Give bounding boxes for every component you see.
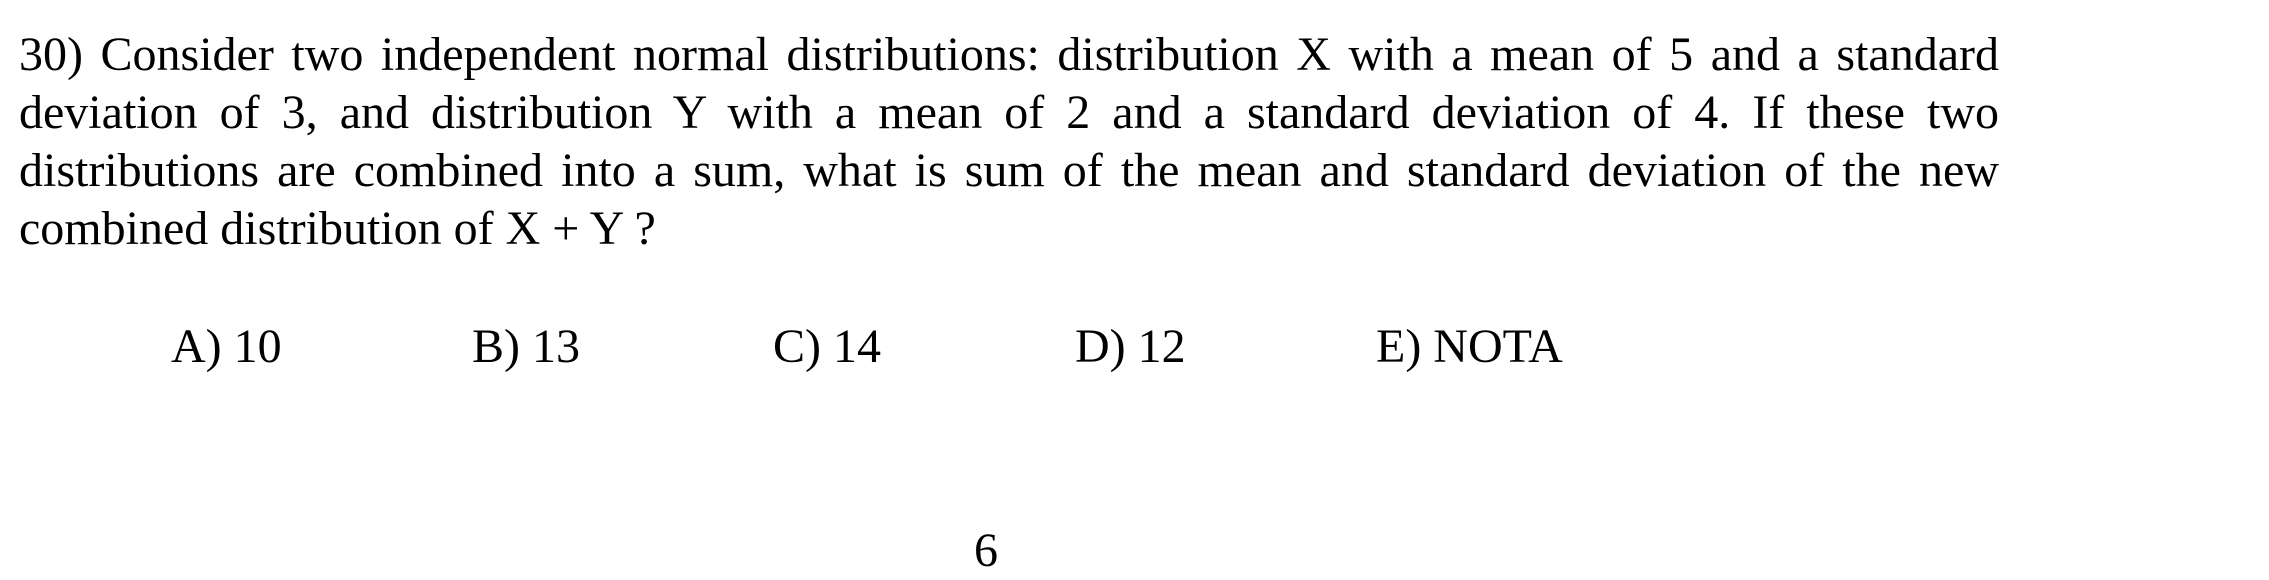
- answer-choice-a: A) 10: [171, 320, 282, 373]
- question-line-1: 30) Consider two independent normal dist…: [19, 28, 1999, 81]
- answer-choice-e: E) NOTA: [1376, 320, 1563, 373]
- page-number: 6: [974, 524, 998, 577]
- answer-choice-b: B) 13: [472, 320, 580, 373]
- answer-choice-d: D) 12: [1075, 320, 1186, 373]
- question-line-3: distributions are combined into a sum, w…: [19, 144, 1999, 197]
- question-line-2: deviation of 3, and distribution Y with …: [19, 86, 1999, 139]
- question-text: 30) Consider two independent normal dist…: [19, 26, 1999, 258]
- question-line-4: combined distribution of X + Y ?: [19, 202, 656, 255]
- answer-choice-c: C) 14: [773, 320, 881, 373]
